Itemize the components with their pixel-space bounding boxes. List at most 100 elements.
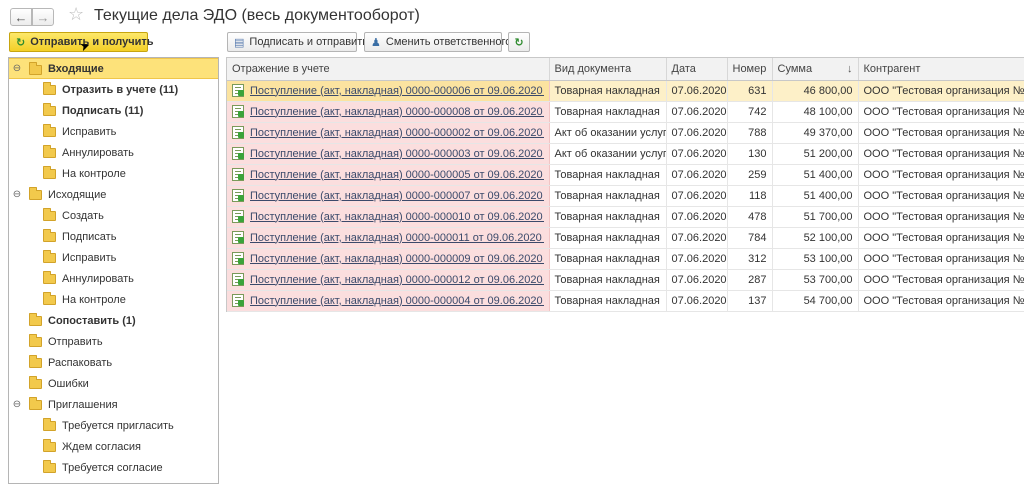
tree-item-control[interactable]: На контроле xyxy=(9,163,218,184)
reflection-cell-content: Поступление (акт, накладная) 0000-000005… xyxy=(232,168,544,181)
column-header-doc-type[interactable]: Вид документа xyxy=(549,58,667,81)
column-header-amount-label: Сумма xyxy=(777,62,813,75)
column-header-number[interactable]: Номер xyxy=(727,58,773,81)
tree-item-sign[interactable]: Подписать (11) xyxy=(9,100,218,121)
column-header-reflection[interactable]: Отражение в учете xyxy=(227,58,550,81)
cell-amount: 49 370,00 xyxy=(772,122,859,144)
document-link[interactable]: Поступление (акт, накладная) 0000-000008… xyxy=(250,106,544,118)
tree-item-out-fix[interactable]: Исправить xyxy=(9,247,218,268)
cell-doc-type: Товарная накладная xyxy=(549,164,667,186)
cell-number: 130 xyxy=(727,143,773,165)
cell-amount: 51 700,00 xyxy=(772,206,859,228)
cell-date: 07.06.2020 xyxy=(666,269,728,291)
document-posted-icon xyxy=(232,294,244,307)
tree-item-wait-consent[interactable]: Ждем согласия xyxy=(9,436,218,457)
cell-doc-type: Товарная накладная xyxy=(549,101,667,123)
tree-label: Аннулировать xyxy=(62,272,134,285)
cell-number: 478 xyxy=(727,206,773,228)
table-row[interactable]: Поступление (акт, накладная) 0000-000011… xyxy=(227,227,1024,249)
cell-doc-type: Товарная накладная xyxy=(549,80,667,102)
document-link[interactable]: Поступление (акт, накладная) 0000-000005… xyxy=(250,169,544,181)
table-row[interactable]: Поступление (акт, накладная) 0000-000003… xyxy=(227,143,1024,165)
tree-item-out-annul[interactable]: Аннулировать xyxy=(9,268,218,289)
folder-tree: ⊖ Входящие Отразить в учете (11) Подписа… xyxy=(8,57,219,484)
table-row[interactable]: Поступление (акт, накладная) 0000-000004… xyxy=(227,290,1024,312)
tree-item-incoming[interactable]: ⊖ Входящие xyxy=(9,58,218,79)
document-link[interactable]: Поступление (акт, накладная) 0000-000010… xyxy=(250,211,544,223)
tree-label: Подписать xyxy=(62,230,117,243)
cell-date: 07.06.2020 xyxy=(666,101,728,123)
document-posted-icon xyxy=(232,84,244,97)
document-link[interactable]: Поступление (акт, накладная) 0000-000006… xyxy=(250,85,544,97)
cell-reflection: Поступление (акт, накладная) 0000-000009… xyxy=(227,248,550,270)
cell-amount: 53 700,00 xyxy=(772,269,859,291)
arrow-right-icon: → xyxy=(36,9,50,25)
document-posted-icon xyxy=(232,210,244,223)
cell-date: 07.06.2020 xyxy=(666,80,728,102)
document-posted-icon xyxy=(232,252,244,265)
collapse-icon[interactable]: ⊖ xyxy=(12,189,22,200)
cell-amount: 52 100,00 xyxy=(772,227,859,249)
table-row[interactable]: Поступление (акт, накладная) 0000-000006… xyxy=(227,80,1024,102)
reflection-cell-content: Поступление (акт, накладная) 0000-000012… xyxy=(232,273,544,286)
tree-item-need-invite[interactable]: Требуется пригласить xyxy=(9,415,218,436)
tree-item-out-sign[interactable]: Подписать xyxy=(9,226,218,247)
tree-item-errors[interactable]: Ошибки xyxy=(9,373,218,394)
table-row[interactable]: Поступление (акт, накладная) 0000-000002… xyxy=(227,122,1024,144)
column-header-date[interactable]: Дата xyxy=(666,58,728,81)
reflection-cell-content: Поступление (акт, накладная) 0000-000006… xyxy=(232,84,544,97)
table-row[interactable]: Поступление (акт, накладная) 0000-000005… xyxy=(227,164,1024,186)
table-header-row: Отражение в учете Вид документа Дата Ном… xyxy=(227,58,1024,81)
sign-send-button[interactable]: ▤ Подписать и отправить xyxy=(227,32,368,52)
table-row[interactable]: Поступление (акт, накладная) 0000-000007… xyxy=(227,185,1024,207)
tree-label: Исходящие xyxy=(48,188,107,201)
document-link[interactable]: Поступление (акт, накладная) 0000-000009… xyxy=(250,253,544,265)
cell-reflection: Поступление (акт, накладная) 0000-000011… xyxy=(227,227,550,249)
document-link[interactable]: Поступление (акт, накладная) 0000-000012… xyxy=(250,274,544,286)
document-posted-icon xyxy=(232,273,244,286)
cell-number: 118 xyxy=(727,185,773,207)
table-row[interactable]: Поступление (акт, накладная) 0000-000010… xyxy=(227,206,1024,228)
table-row[interactable]: Поступление (акт, накладная) 0000-000009… xyxy=(227,248,1024,270)
forward-button[interactable]: → xyxy=(32,8,54,26)
tree-item-outgoing[interactable]: ⊖ Исходящие xyxy=(9,184,218,205)
table-row[interactable]: Поступление (акт, накладная) 0000-000012… xyxy=(227,269,1024,291)
tree-item-reflect[interactable]: Отразить в учете (11) xyxy=(9,79,218,100)
document-link[interactable]: Поступление (акт, накладная) 0000-000011… xyxy=(250,232,544,244)
star-icon[interactable]: ☆ xyxy=(68,5,84,23)
reflection-cell-content: Поступление (акт, накладная) 0000-000002… xyxy=(232,126,544,139)
tree-item-create[interactable]: Создать xyxy=(9,205,218,226)
tree-item-annul[interactable]: Аннулировать xyxy=(9,142,218,163)
document-link[interactable]: Поступление (акт, накладная) 0000-000002… xyxy=(250,127,544,139)
table-row[interactable]: Поступление (акт, накладная) 0000-000008… xyxy=(227,101,1024,123)
tree-item-out-control[interactable]: На контроле xyxy=(9,289,218,310)
tree-item-compare[interactable]: Сопоставить (1) xyxy=(9,310,218,331)
cell-date: 07.06.2020 xyxy=(666,206,728,228)
sort-descending-icon: ↓ xyxy=(847,62,853,75)
cell-counterparty: ООО "Тестовая организация №2" xyxy=(858,185,1024,207)
tree-item-need-consent[interactable]: Требуется согласие xyxy=(9,457,218,478)
folder-icon xyxy=(29,313,42,326)
cell-reflection: Поступление (акт, накладная) 0000-000004… xyxy=(227,290,550,312)
tree-label: Сопоставить (1) xyxy=(48,314,136,327)
document-posted-icon xyxy=(232,231,244,244)
refresh-button[interactable]: ↻ xyxy=(508,32,530,52)
tree-item-send[interactable]: Отправить xyxy=(9,331,218,352)
cell-counterparty: ООО "Тестовая организация №2" xyxy=(858,122,1024,144)
folder-icon xyxy=(43,418,56,431)
document-link[interactable]: Поступление (акт, накладная) 0000-000007… xyxy=(250,190,544,202)
change-responsible-button[interactable]: ♟ Сменить ответственного xyxy=(364,32,511,52)
document-link[interactable]: Поступление (акт, накладная) 0000-000003… xyxy=(250,148,544,160)
back-button[interactable]: ← xyxy=(10,8,32,26)
tree-label: Ошибки xyxy=(48,377,89,390)
document-link[interactable]: Поступление (акт, накладная) 0000-000004… xyxy=(250,295,544,307)
column-header-amount[interactable]: Сумма ↓ xyxy=(772,58,859,81)
tree-item-invitations[interactable]: ⊖ Приглашения xyxy=(9,394,218,415)
tree-item-unpack[interactable]: Распаковать xyxy=(9,352,218,373)
collapse-icon[interactable]: ⊖ xyxy=(12,63,22,74)
cell-number: 631 xyxy=(727,80,773,102)
column-header-counterparty[interactable]: Контрагент xyxy=(858,58,1024,81)
tree-item-fix[interactable]: Исправить xyxy=(9,121,218,142)
folder-icon xyxy=(43,229,56,242)
collapse-icon[interactable]: ⊖ xyxy=(12,399,22,410)
